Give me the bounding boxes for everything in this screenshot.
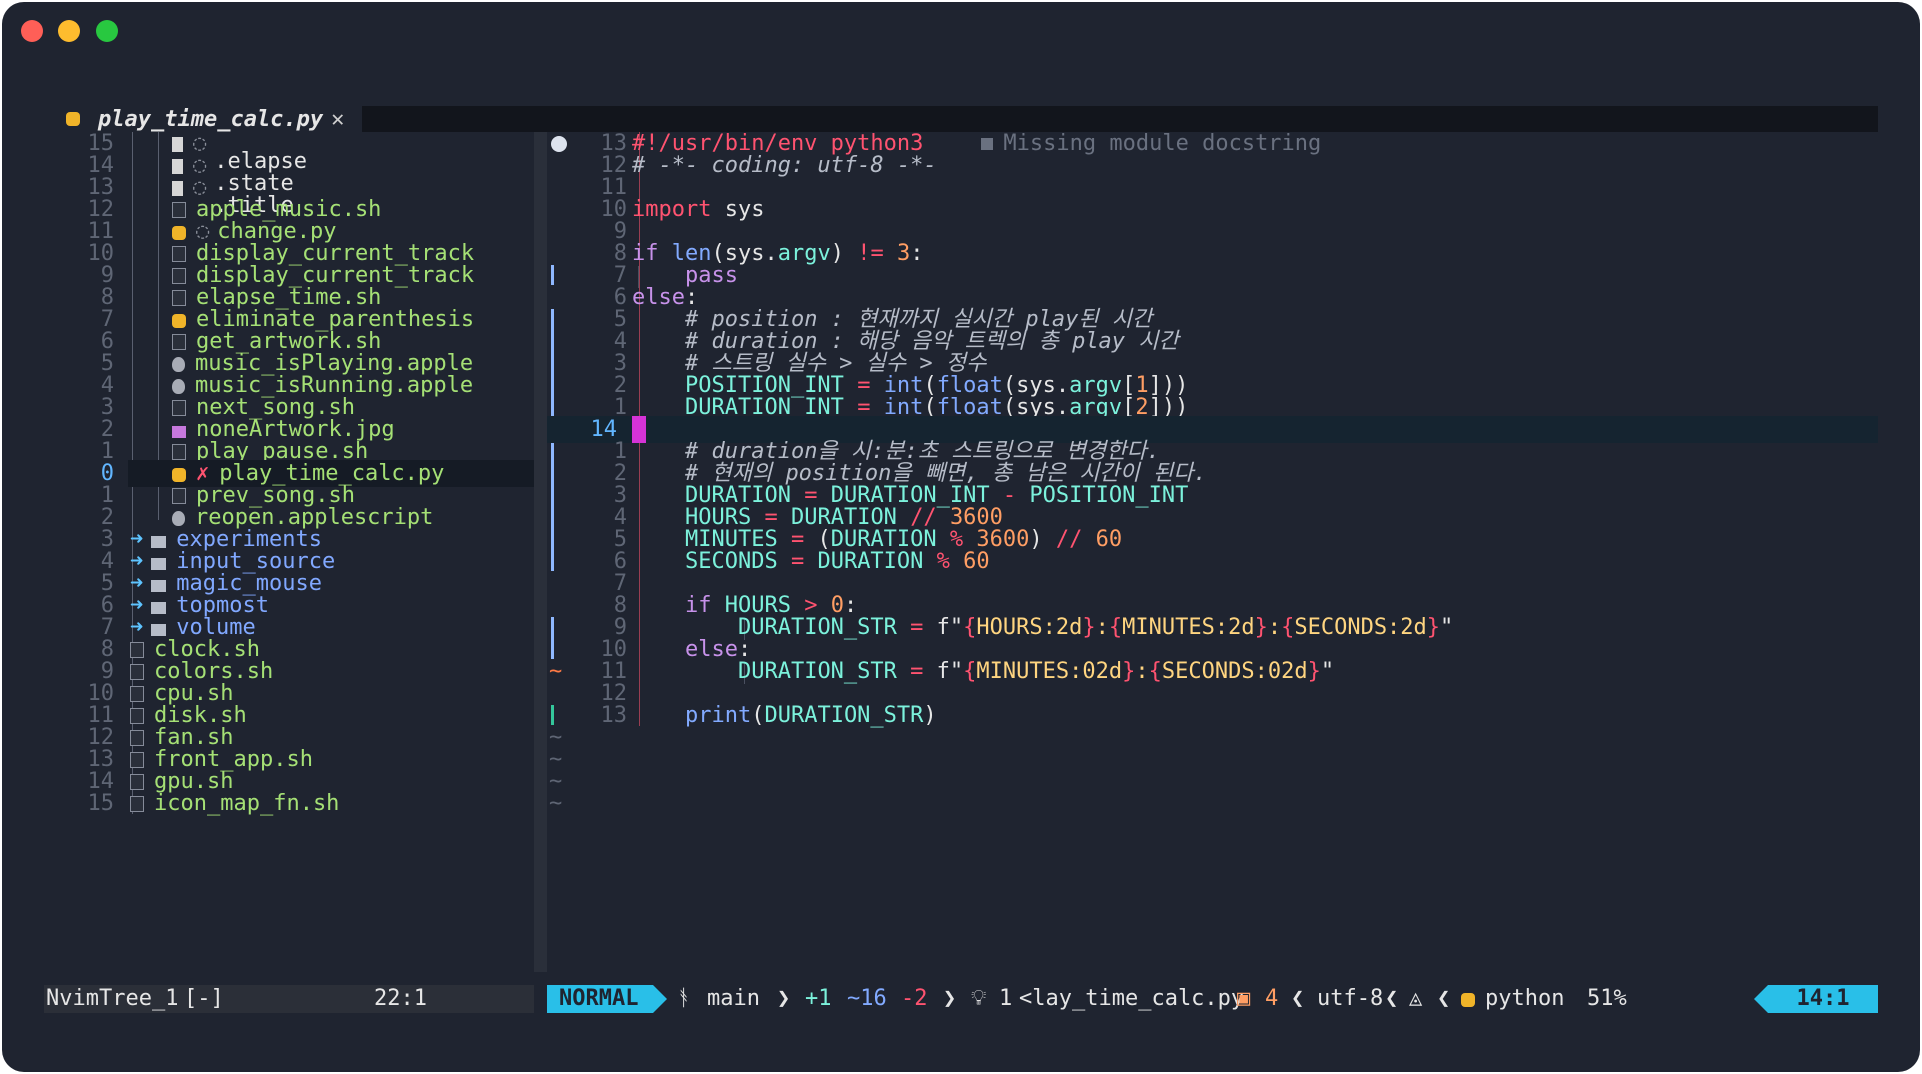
document-icon	[172, 181, 183, 196]
folder-icon	[151, 602, 167, 614]
editor-statusline: NORMAL ᚬ main ❯ +1 ~16 -2 ❯ 💡︎ 1 <lay_ti…	[547, 985, 1878, 1013]
position-separator	[1754, 985, 1768, 1013]
diff-changed: ~16	[847, 986, 887, 1011]
scroll-progress: 51%	[1587, 986, 1627, 1011]
file-icon	[130, 730, 144, 746]
code-line[interactable]: SECONDS = DURATION % 60	[632, 548, 990, 575]
document-icon	[172, 137, 183, 152]
mode-separator	[653, 985, 667, 1013]
close-tab-icon[interactable]: ✕	[331, 107, 344, 132]
tab-filename: play_time_calc.py	[98, 106, 324, 132]
folder-icon	[151, 580, 167, 592]
chevron-left-icon: ❮	[1437, 986, 1451, 1011]
diff-removed: -2	[901, 986, 928, 1011]
python-icon	[1461, 985, 1485, 1013]
file-icon	[172, 400, 186, 416]
code-editor[interactable]: ~13 #!/usr/bin/env python3 Missing module …	[547, 132, 1878, 972]
file-icon	[172, 290, 186, 306]
tree-file-icon-map-fn-sh[interactable]: icon_map_fn.sh	[130, 790, 339, 817]
diagnostic-virtual-text: Missing module docstring	[981, 132, 1321, 156]
image-icon	[172, 426, 186, 438]
chevron-right-icon: ❯	[777, 986, 791, 1011]
tree-line-number: 15	[87, 791, 115, 816]
git-change-sign	[551, 309, 554, 417]
lightbulb-icon: 💡︎	[971, 986, 987, 1011]
git-change-sign	[551, 265, 554, 285]
tree-statusline: NvimTree_1 [-] 22:1	[44, 985, 534, 1013]
python-icon	[66, 112, 80, 126]
chevron-left-icon: ❮	[1291, 986, 1305, 1011]
code-line[interactable]: import sys	[632, 196, 764, 223]
chevron-right-icon: ❯	[943, 986, 957, 1011]
zoom-window-button[interactable]	[96, 20, 118, 42]
file-icon	[172, 488, 186, 504]
package-icon: ▣	[1237, 986, 1251, 1011]
mode-indicator: NORMAL	[547, 985, 653, 1013]
code-line[interactable]: DURATION_STR = f"{MINUTES:02d}:{SECONDS:…	[632, 658, 1334, 685]
python-icon	[172, 226, 186, 240]
file-icon	[172, 334, 186, 350]
cursor-position: 14:1	[1768, 985, 1878, 1013]
git-change-sign	[551, 441, 554, 571]
tab-play-time-calc[interactable]: play_time_calc.py ✕	[44, 106, 363, 132]
document-icon	[172, 159, 183, 174]
lsp-count: 1	[999, 986, 1013, 1011]
file-icon	[172, 246, 186, 262]
file-icon	[130, 774, 144, 790]
tree-buffer-name: NvimTree_1	[46, 986, 179, 1011]
folder-icon	[151, 536, 167, 548]
folder-icon	[151, 558, 167, 570]
file-tree: 15 ◌ .elapse 14 ◌ .state 13 ◌ .title 12 apple_musi…	[44, 132, 534, 972]
warning-count: 4	[1265, 986, 1279, 1011]
window-separator	[534, 132, 547, 972]
apple-icon: ◬	[1409, 986, 1423, 1011]
git-branch[interactable]: main	[707, 985, 760, 1013]
tree-item-label: .elapse	[214, 149, 307, 174]
apple-icon	[172, 357, 185, 372]
code-line[interactable]: # -*- coding: utf-8 -*-	[632, 152, 937, 179]
apple-icon	[172, 511, 185, 526]
file-icon	[172, 268, 186, 284]
diagnostic-hint-icon	[981, 138, 994, 150]
file-icon	[172, 444, 186, 460]
status-filename: <lay_time_calc.py	[1019, 986, 1245, 1011]
file-icon	[172, 202, 186, 218]
git-change-sign	[551, 705, 554, 725]
python-icon	[172, 468, 186, 482]
end-of-buffer-marker: ~	[549, 791, 563, 816]
tabline: play_time_calc.py ✕	[44, 106, 1878, 132]
file-type: python	[1485, 986, 1565, 1011]
git-branch-icon: ᚬ	[677, 986, 691, 1011]
python-icon	[172, 314, 186, 328]
code-line[interactable]: DURATION_STR = f"{HOURS:2d}:{MINUTES:2d}…	[632, 614, 1453, 641]
tree-buffer-flag: [-]	[184, 986, 224, 1011]
close-window-button[interactable]	[21, 20, 43, 42]
code-line[interactable]: print(DURATION_STR)	[632, 702, 937, 729]
diff-added: +1	[805, 986, 832, 1011]
tree-item-label: icon_map_fn.sh	[154, 791, 340, 816]
minimize-window-button[interactable]	[58, 20, 80, 42]
file-icon	[130, 664, 144, 680]
tree-cursor-position: 22:1	[374, 986, 427, 1011]
tree-item-label: .state	[214, 171, 294, 196]
file-icon	[130, 796, 144, 812]
file-icon	[130, 642, 144, 658]
file-icon	[130, 752, 144, 768]
file-icon	[130, 708, 144, 724]
chevron-left-icon: ❮	[1385, 986, 1399, 1011]
git-change-sign	[551, 617, 554, 659]
file-icon	[130, 686, 144, 702]
line-number: 13	[600, 703, 628, 728]
folder-icon	[151, 624, 167, 636]
apple-icon	[172, 379, 185, 394]
file-encoding: utf-8	[1317, 986, 1384, 1011]
